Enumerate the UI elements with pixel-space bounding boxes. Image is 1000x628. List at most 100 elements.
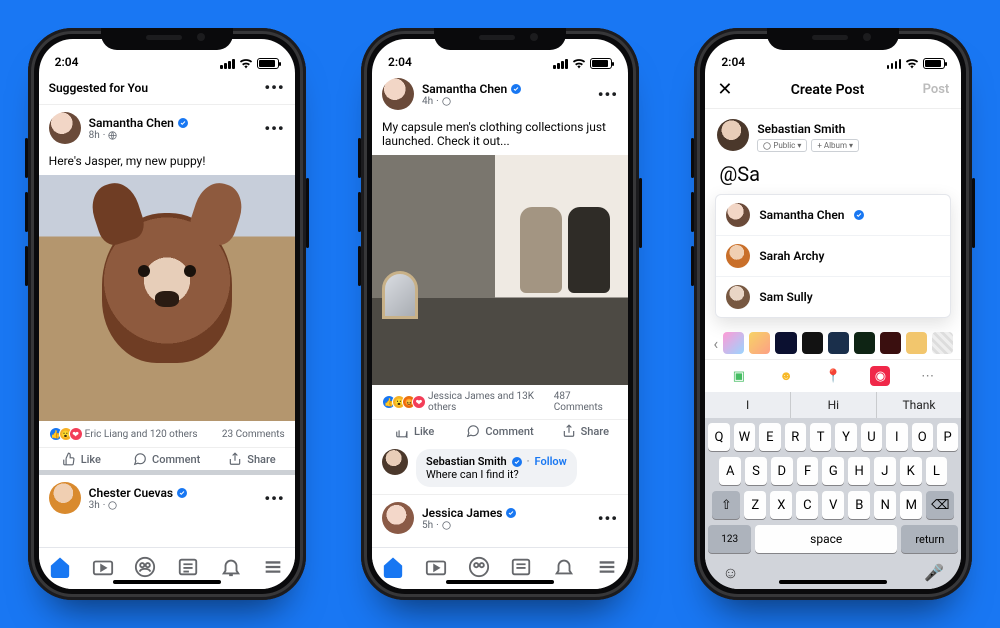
key-g[interactable]: G (822, 457, 844, 485)
post-header[interactable]: Chester Cuevas 3h · ••• (39, 475, 295, 521)
more-icon[interactable]: ••• (264, 78, 284, 97)
key-h[interactable]: H (848, 457, 870, 485)
key-f[interactable]: F (797, 457, 819, 485)
key-w[interactable]: W (734, 423, 755, 451)
avatar[interactable] (382, 449, 408, 475)
numbers-key[interactable]: 123 (708, 525, 751, 553)
comment-button[interactable]: Comment (124, 452, 209, 466)
tab-news[interactable] (510, 556, 532, 582)
photo-icon[interactable]: ▣ (729, 366, 749, 386)
reactions-bar[interactable]: 👍😮😡❤ Jessica James and 13K others 487 Co… (372, 385, 628, 419)
post-image[interactable] (39, 175, 295, 421)
return-key[interactable]: return (901, 525, 958, 553)
bg-swatch[interactable] (906, 332, 927, 354)
background-strip[interactable]: ‹ (705, 327, 961, 359)
bg-swatch[interactable] (828, 332, 849, 354)
key-i[interactable]: I (886, 423, 907, 451)
reactions-bar[interactable]: 👍😮❤ Eric Liang and 120 others 23 Comment… (39, 421, 295, 447)
tab-menu[interactable] (596, 556, 618, 582)
key-e[interactable]: E (759, 423, 780, 451)
location-icon[interactable]: 📍 (823, 366, 843, 386)
avatar[interactable] (382, 78, 414, 110)
key-c[interactable]: C (796, 491, 818, 519)
post-author[interactable]: Samantha Chen (422, 82, 507, 96)
predictive-word[interactable]: Hi (790, 392, 876, 418)
key-k[interactable]: K (900, 457, 922, 485)
key-z[interactable]: Z (744, 491, 766, 519)
key-n[interactable]: N (874, 491, 896, 519)
tab-groups[interactable] (134, 556, 156, 582)
live-icon[interactable]: ◉ (870, 366, 890, 386)
key-q[interactable]: Q (708, 423, 729, 451)
avatar[interactable] (49, 112, 81, 144)
space-key[interactable]: space (755, 525, 897, 553)
post-author[interactable]: Samantha Chen (89, 116, 174, 130)
tab-news[interactable] (177, 556, 199, 582)
post-more-icon[interactable]: ••• (598, 509, 618, 528)
key-p[interactable]: P (937, 423, 958, 451)
tab-groups[interactable] (468, 556, 490, 582)
bg-more[interactable] (932, 332, 953, 354)
shift-key[interactable]: ⇧ (712, 491, 740, 519)
key-l[interactable]: L (926, 457, 948, 485)
post-more-icon[interactable]: ••• (598, 85, 618, 104)
tab-notifications[interactable] (553, 556, 575, 582)
home-indicator[interactable] (446, 580, 554, 584)
tab-watch[interactable] (92, 556, 114, 582)
home-indicator[interactable] (113, 580, 221, 584)
home-indicator[interactable] (779, 580, 887, 584)
composer-input[interactable]: @Sa (705, 156, 961, 192)
tab-home[interactable] (382, 556, 404, 582)
like-button[interactable]: Like (39, 452, 124, 466)
post-more-icon[interactable]: ••• (264, 119, 284, 138)
post-header[interactable]: Jessica James 5h · ••• (372, 494, 628, 541)
emoji-keyboard-icon[interactable]: ☺ (722, 563, 738, 583)
key-a[interactable]: A (719, 457, 741, 485)
bg-swatch[interactable] (854, 332, 875, 354)
key-x[interactable]: X (770, 491, 792, 519)
reactions-label[interactable]: Jessica James and 13K others (428, 391, 554, 413)
key-s[interactable]: S (745, 457, 767, 485)
key-j[interactable]: J (874, 457, 896, 485)
tab-notifications[interactable] (220, 556, 242, 582)
audience-chip[interactable]: Public ▾ (757, 139, 807, 152)
key-o[interactable]: O (912, 423, 933, 451)
post-more-icon[interactable]: ••• (264, 489, 284, 508)
mention-option[interactable]: Samantha Chen (716, 195, 950, 235)
post-image[interactable] (372, 155, 628, 385)
bg-swatch[interactable] (802, 332, 823, 354)
close-icon[interactable]: ✕ (717, 79, 732, 100)
follow-link[interactable]: Follow (535, 455, 567, 468)
mention-option[interactable]: Sam Sully (716, 276, 950, 317)
key-d[interactable]: D (771, 457, 793, 485)
key-b[interactable]: B (848, 491, 870, 519)
tab-menu[interactable] (262, 556, 284, 582)
key-m[interactable]: M (900, 491, 922, 519)
comment-button[interactable]: Comment (457, 424, 542, 438)
avatar[interactable] (49, 482, 81, 514)
share-button[interactable]: Share (209, 452, 294, 466)
comment-author[interactable]: Sebastian Smith (426, 455, 507, 468)
post-button[interactable]: Post (923, 82, 950, 97)
avatar[interactable] (382, 502, 414, 534)
predictive-word[interactable]: I (705, 392, 790, 418)
key-r[interactable]: R (785, 423, 806, 451)
more-tools-icon[interactable]: ⋯ (918, 366, 938, 386)
top-comment[interactable]: Sebastian Smith·Follow Where can I find … (372, 442, 628, 494)
key-t[interactable]: T (810, 423, 831, 451)
emoji-icon[interactable]: ☻ (776, 366, 796, 386)
dictation-icon[interactable]: 🎤 (924, 563, 944, 583)
reactions-label[interactable]: Eric Liang and 120 others (85, 429, 198, 440)
album-chip[interactable]: + Album ▾ (811, 139, 859, 152)
predictive-word[interactable]: Thank (876, 392, 962, 418)
mention-option[interactable]: Sarah Archy (716, 235, 950, 276)
tab-watch[interactable] (425, 556, 447, 582)
post-header[interactable]: Samantha Chen 4h · ••• (372, 71, 628, 117)
backspace-key[interactable]: ⌫ (926, 491, 954, 519)
share-button[interactable]: Share (543, 424, 628, 438)
tab-home[interactable] (49, 556, 71, 582)
bg-swatch[interactable] (880, 332, 901, 354)
post-header[interactable]: Samantha Chen 8h · ••• (39, 105, 295, 151)
comments-count[interactable]: 487 Comments (554, 391, 618, 413)
bg-swatch[interactable] (749, 332, 770, 354)
